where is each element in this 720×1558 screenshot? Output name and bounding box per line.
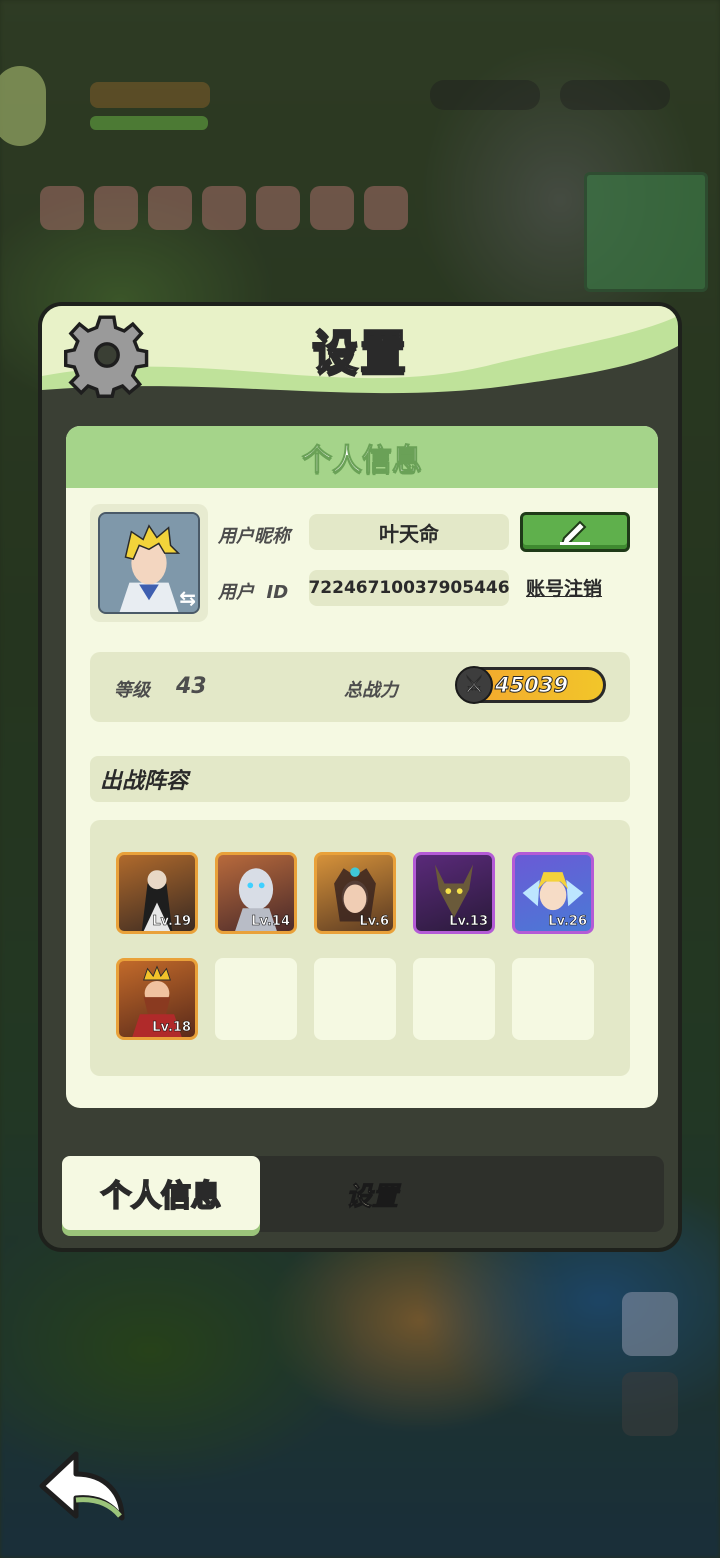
crossed-swords-icon: ⚔	[455, 666, 493, 704]
user-id-label: 用户 ID	[218, 582, 289, 603]
minimap	[584, 172, 708, 292]
hero-level: Lv.14	[251, 914, 290, 930]
empty-hero-slot[interactable]	[314, 958, 396, 1040]
feature-icon	[148, 186, 192, 230]
switch-avatar-icon[interactable]: ⇆	[179, 586, 196, 610]
power-label: 总战力	[344, 680, 398, 701]
level-value: 43	[176, 674, 207, 699]
profile-content: 个人信息 ⇆ 用户昵称 叶天命 用户 ID 72246710037905446 …	[66, 426, 658, 1108]
hero-slot[interactable]: Lv.18	[116, 958, 198, 1040]
back-arrow-icon[interactable]	[36, 1448, 132, 1524]
hud-avatar-icon	[0, 66, 46, 146]
panel-title: 设置	[311, 324, 408, 380]
hero-level: Lv.6	[359, 914, 389, 930]
feature-icon	[310, 186, 354, 230]
feature-icon	[364, 186, 408, 230]
hero-slot[interactable]: Lv.14	[215, 852, 297, 934]
feature-icon	[94, 186, 138, 230]
side-menu-icon	[622, 1372, 678, 1436]
hud-exp-bar	[90, 116, 208, 130]
tab-settings[interactable]: 设置	[312, 1174, 432, 1214]
hero-slot[interactable]: Lv.13	[413, 852, 495, 934]
hero-level: Lv.26	[548, 914, 587, 930]
side-menu-icon	[622, 1292, 678, 1356]
hero-slot[interactable]: Lv.19	[116, 852, 198, 934]
hero-slot[interactable]: Lv.6	[314, 852, 396, 934]
level-label: 等级	[114, 680, 150, 701]
feature-icon	[40, 186, 84, 230]
hero-slot[interactable]: Lv.26	[512, 852, 594, 934]
lineup-title: 出战阵容	[90, 756, 630, 802]
tab-profile[interactable]: 个人信息	[62, 1156, 260, 1230]
panel-header: 设置	[42, 306, 678, 406]
hero-level: Lv.19	[152, 914, 191, 930]
lineup-grid: Lv.19 Lv.14 Lv.6 Lv.13 Lv.26 Lv.18	[90, 820, 630, 1076]
hud-feature-icons	[40, 186, 410, 234]
empty-hero-slot[interactable]	[413, 958, 495, 1040]
hero-level: Lv.13	[449, 914, 488, 930]
hero-level: Lv.18	[152, 1020, 191, 1036]
edit-nickname-button[interactable]	[520, 512, 630, 552]
feature-icon	[202, 186, 246, 230]
feature-icon	[256, 186, 300, 230]
profile-section-title: 个人信息	[66, 426, 658, 488]
power-badge: ⚔ 45039	[455, 666, 606, 704]
stats-row: 等级 43 总战力 ⚔ 45039	[90, 652, 630, 722]
pencil-icon	[560, 520, 590, 546]
settings-panel: 设置 个人信息 ⇆ 用户昵称 叶天命 用户 ID 722467100379054…	[38, 302, 682, 1252]
empty-hero-slot[interactable]	[215, 958, 297, 1040]
tab-bar: 个人信息 设置	[62, 1156, 664, 1232]
power-value: 45039	[494, 673, 569, 698]
avatar-image: ⇆	[98, 512, 200, 614]
hud-gold-counter	[560, 80, 670, 110]
empty-hero-slot[interactable]	[512, 958, 594, 1040]
user-id-field: 72246710037905446	[308, 570, 510, 606]
nickname-label: 用户昵称	[218, 526, 290, 547]
avatar[interactable]: ⇆	[90, 504, 208, 622]
hud-level-bar	[90, 82, 210, 108]
nickname-field: 叶天命	[309, 514, 509, 550]
cancel-account-link[interactable]: 账号注销	[526, 574, 602, 601]
hud-gem-counter	[430, 80, 540, 110]
